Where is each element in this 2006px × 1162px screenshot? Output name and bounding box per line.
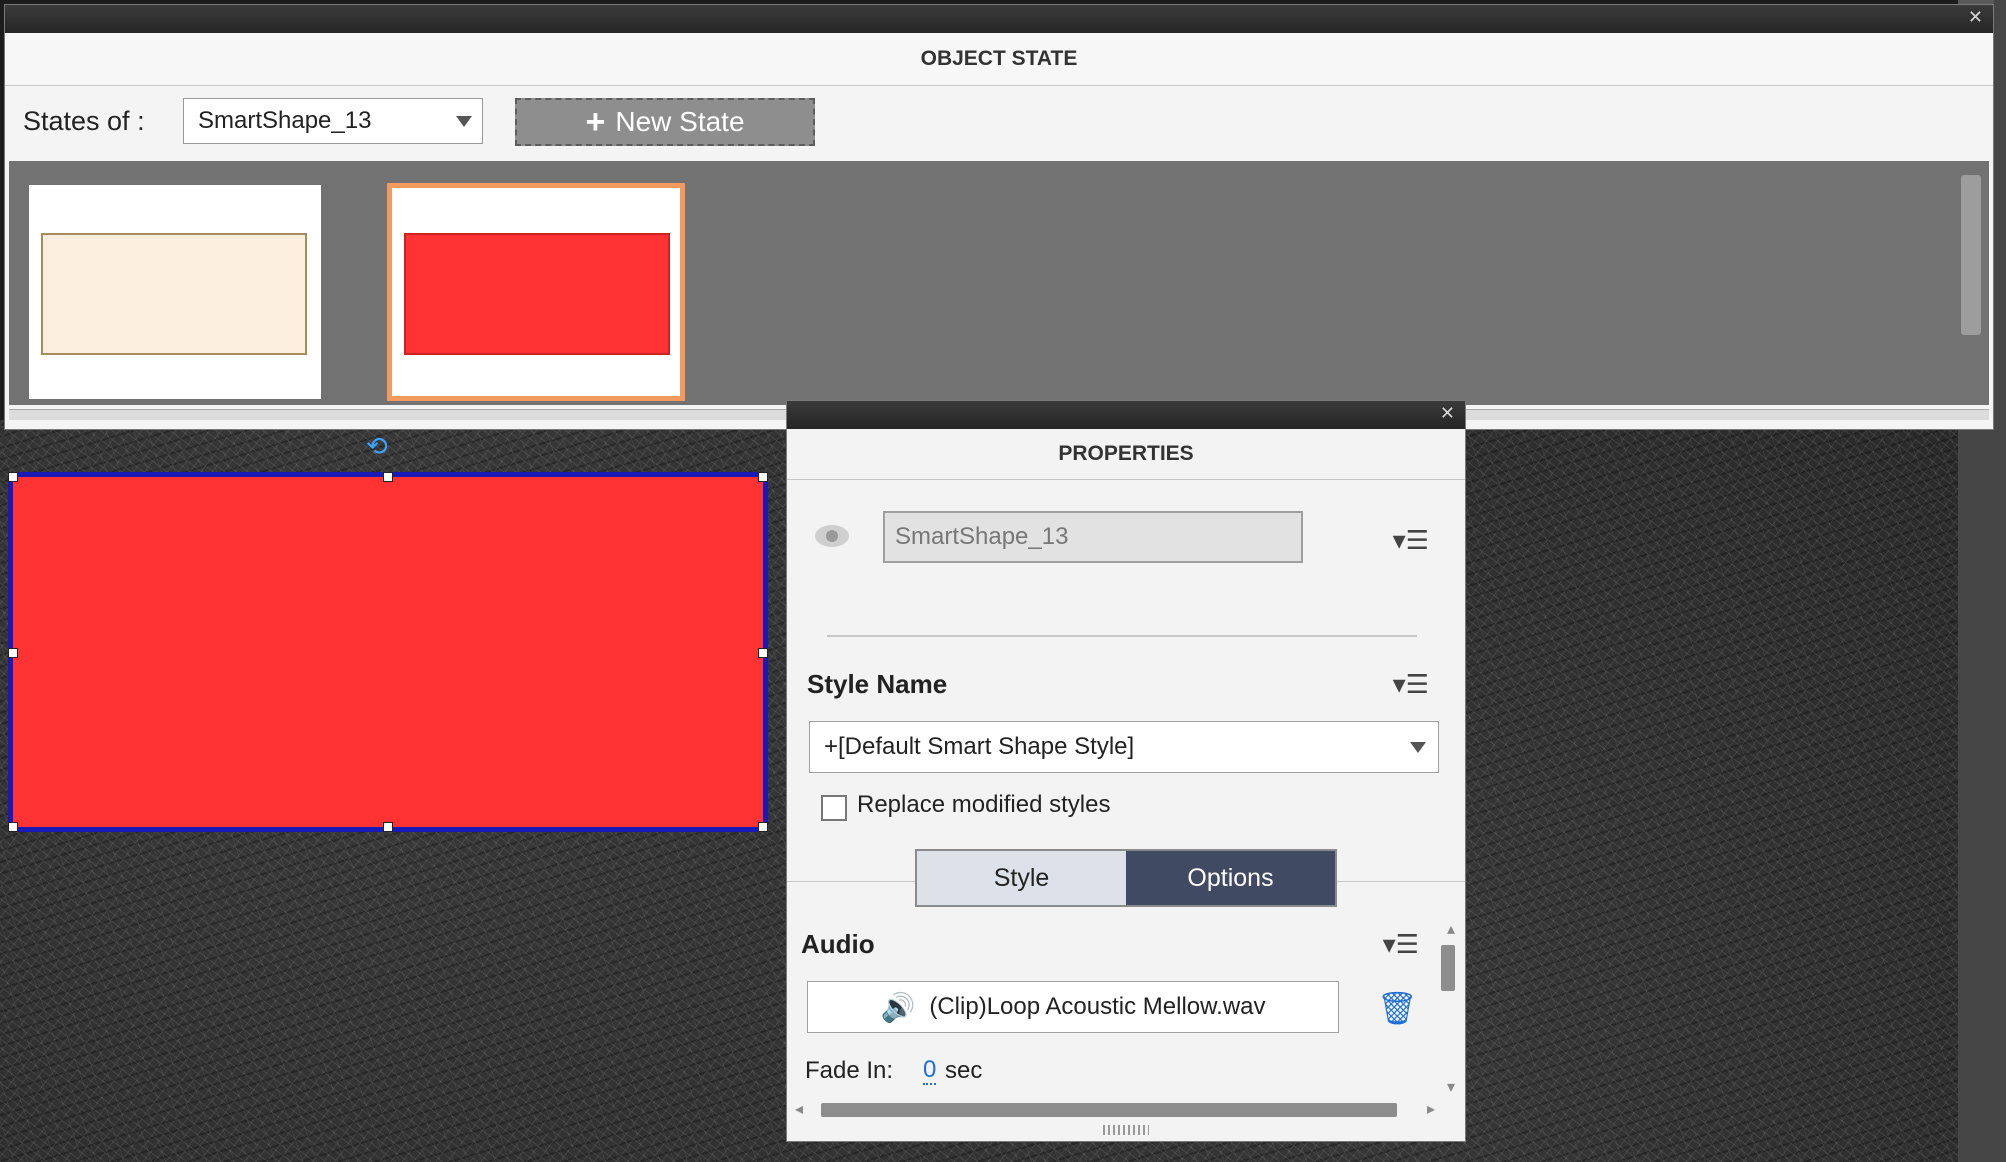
scroll-left-icon[interactable]: ◂ <box>795 1099 803 1118</box>
close-icon[interactable]: ✕ <box>1440 405 1455 423</box>
horizontal-scrollbar-thumb[interactable] <box>821 1103 1397 1117</box>
object-select-value: SmartShape_13 <box>198 107 372 134</box>
states-strip <box>9 161 1989 405</box>
audio-heading: Audio <box>801 929 875 959</box>
chevron-down-icon <box>456 116 472 127</box>
replace-modified-styles-checkbox[interactable] <box>821 795 847 821</box>
resize-handle-top-left[interactable] <box>8 472 18 482</box>
panel-menu-icon[interactable]: ▾☰ <box>1389 671 1429 699</box>
properties-panel: ✕ PROPERTIES SmartShape_13 ▾☰ Style Name… <box>786 400 1466 1142</box>
resize-handle-middle-right[interactable] <box>758 648 768 658</box>
object-state-titlebar[interactable]: ✕ <box>5 5 1993 33</box>
new-state-label: New State <box>615 106 745 137</box>
tab-options[interactable]: Options <box>1126 851 1335 905</box>
object-state-title: OBJECT STATE <box>5 33 1993 86</box>
style-name-dropdown[interactable]: +[Default Smart Shape Style] <box>809 721 1439 773</box>
new-state-button[interactable]: + New State <box>515 98 815 146</box>
item-name-field[interactable]: SmartShape_13 <box>883 511 1303 563</box>
audio-file-field[interactable]: 🔊 (Clip)Loop Acoustic Mellow.wav <box>807 981 1339 1033</box>
panel-menu-icon[interactable]: ▾☰ <box>1379 931 1419 959</box>
fade-in-unit: sec <box>945 1057 983 1084</box>
section-divider <box>827 635 1417 637</box>
properties-title: PROPERTIES <box>787 429 1465 480</box>
properties-titlebar[interactable]: ✕ <box>787 401 1465 429</box>
object-select-dropdown[interactable]: SmartShape_13 <box>183 98 483 144</box>
eye-icon[interactable] <box>815 525 849 547</box>
fade-in-label: Fade In: <box>805 1057 894 1084</box>
state-thumbnail-selected[interactable] <box>387 183 685 401</box>
selected-smartshape[interactable] <box>8 472 768 832</box>
vertical-scrollbar-thumb[interactable] <box>1441 945 1455 991</box>
close-icon[interactable]: ✕ <box>1968 9 1983 27</box>
object-state-panel: ✕ OBJECT STATE States of : SmartShape_13… <box>4 4 1994 430</box>
replace-modified-styles-label: Replace modified styles <box>857 791 1111 818</box>
style-options-tabs: Style Options <box>915 849 1337 907</box>
style-name-value: +[Default Smart Shape Style] <box>824 733 1135 760</box>
resize-grip[interactable] <box>1103 1125 1149 1135</box>
scroll-down-icon[interactable]: ▾ <box>1447 1077 1455 1096</box>
resize-handle-top-center[interactable] <box>383 472 393 482</box>
trash-icon[interactable]: 🗑 <box>1377 989 1418 1027</box>
state-thumbnail-normal[interactable] <box>29 185 321 399</box>
resize-handle-bottom-center[interactable] <box>383 822 393 832</box>
object-state-toolbar: States of : SmartShape_13 + New State <box>5 86 1993 160</box>
tab-style[interactable]: Style <box>917 851 1126 905</box>
rotate-handle-icon[interactable]: ⟲ <box>366 432 402 462</box>
chevron-down-icon <box>1410 742 1426 753</box>
plus-icon: + <box>585 103 606 141</box>
resize-handle-middle-left[interactable] <box>8 648 18 658</box>
fade-in-value[interactable]: 0 <box>923 1057 937 1085</box>
state-thumbnail-shape <box>404 233 670 355</box>
panel-menu-icon[interactable]: ▾☰ <box>1389 527 1429 555</box>
scroll-right-icon[interactable]: ▸ <box>1427 1099 1435 1118</box>
resize-handle-bottom-right[interactable] <box>758 822 768 832</box>
states-of-label: States of : <box>23 106 145 136</box>
state-thumbnail-shape <box>41 233 307 355</box>
resize-handle-bottom-left[interactable] <box>8 822 18 832</box>
speaker-icon: 🔊 <box>880 991 916 1023</box>
style-name-heading: Style Name <box>807 669 948 699</box>
audio-file-name: (Clip)Loop Acoustic Mellow.wav <box>929 993 1266 1020</box>
scroll-up-icon[interactable]: ▴ <box>1447 919 1455 938</box>
resize-handle-top-right[interactable] <box>758 472 768 482</box>
states-scrollbar[interactable] <box>1961 175 1981 335</box>
